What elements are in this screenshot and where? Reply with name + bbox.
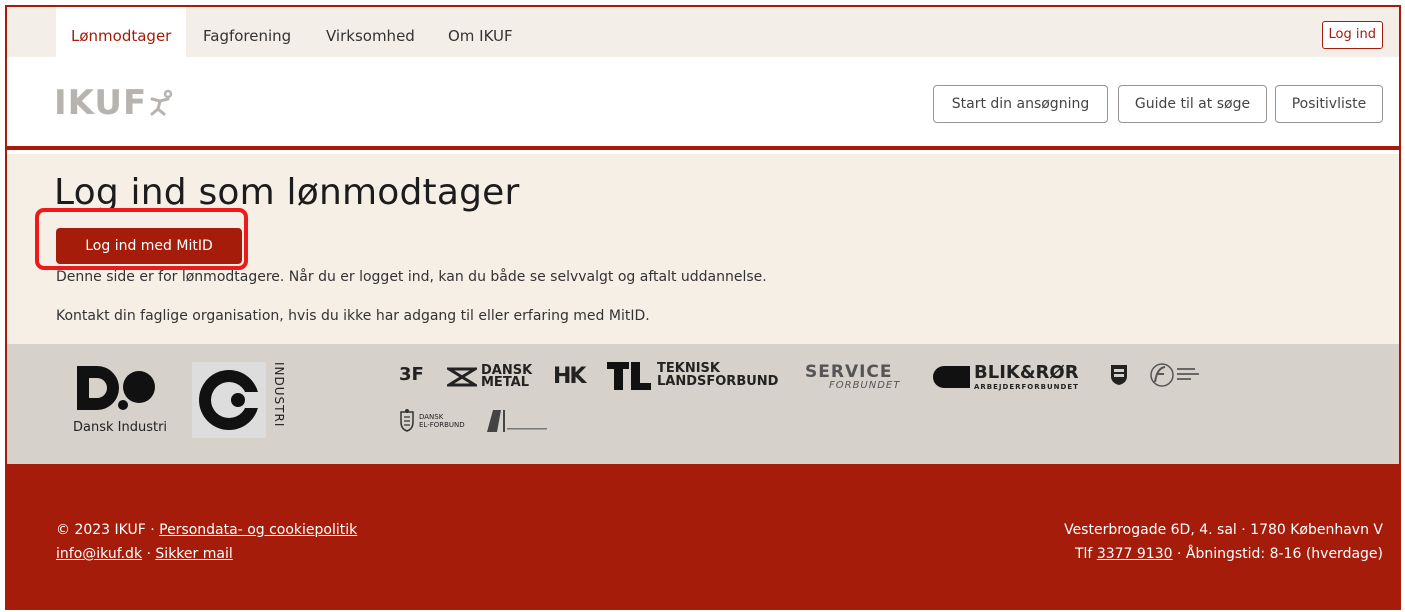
- footer-address: Vesterbrogade 6D, 4. sal · 1780 Københav…: [1064, 522, 1383, 538]
- dansk-metal-label-2: METAL: [481, 375, 530, 390]
- main-content: Log ind som lønmodtager Log ind med MitI…: [7, 154, 1399, 344]
- phone-link[interactable]: 3377 9130: [1097, 546, 1173, 562]
- opening-hours: · Åbningstid: 8-16 (hverdage): [1176, 546, 1383, 562]
- service-label-2: FORBUNDET: [829, 380, 901, 391]
- el-label-2: EL-FORBUND: [419, 421, 465, 429]
- dansk-industri-logo[interactable]: Dansk Industri: [73, 364, 183, 444]
- crest-logo[interactable]: [1110, 364, 1130, 388]
- metal-mark-icon: [447, 367, 477, 387]
- teknisk-label-2: LANDSFORBUND: [657, 374, 779, 389]
- tab-virksomhed[interactable]: Virksomhed: [326, 7, 415, 57]
- partner-mark-icon: [487, 410, 547, 432]
- blik-ror-logo[interactable]: BLIK&RØR ARBEJDERFORBUNDET: [932, 364, 1102, 394]
- serviceforbundet-logo[interactable]: SERVICE FORBUNDET: [805, 362, 920, 394]
- info-paragraph: Denne side er for lønmodtagere. Når du e…: [56, 269, 767, 285]
- contact-paragraph: Kontakt din faglige organisation, hvis d…: [56, 308, 650, 324]
- service-label-1: SERVICE: [805, 362, 893, 382]
- footer-separator: ·: [146, 546, 151, 562]
- dansk-industri-label: Dansk Industri: [73, 420, 168, 435]
- phone-prefix: Tlf: [1074, 546, 1093, 562]
- dansk-metal-logo[interactable]: DANSK METAL: [447, 364, 542, 392]
- hk-logo[interactable]: HK: [553, 364, 593, 392]
- login-button[interactable]: Log ind: [1321, 21, 1383, 49]
- co-mark-icon: [192, 362, 266, 438]
- page-title: Log ind som lønmodtager: [54, 172, 520, 213]
- fu-logo[interactable]: [1147, 362, 1207, 390]
- tab-om-ikuf[interactable]: Om IKUF: [448, 7, 513, 57]
- el-label-1: DANSK: [419, 413, 444, 421]
- tab-fagforening[interactable]: Fagforening: [203, 7, 291, 57]
- footer-contact: Tlf 3377 9130 · Åbningstid: 8-16 (hverda…: [1075, 546, 1383, 562]
- page-frame: Lønmodtager Fagforening Virksomhed Om IK…: [5, 5, 1401, 610]
- highlight-box: [35, 208, 248, 270]
- guide-button[interactable]: Guide til at søge: [1118, 85, 1267, 123]
- el-crest-icon: [400, 409, 414, 432]
- secure-mail-link[interactable]: Sikker mail: [155, 546, 232, 562]
- top-navigation: Lønmodtager Fagforening Virksomhed Om IK…: [7, 7, 1399, 57]
- co-industri-logo[interactable]: INDUSTRI: [192, 362, 288, 446]
- site-header: IKUF Start din ansøgning Guide til at sø…: [7, 57, 1399, 150]
- di-mark-icon: [77, 366, 155, 410]
- site-footer: © 2023 IKUF · Persondata- og cookiepolit…: [7, 464, 1399, 608]
- shield-icon: [1111, 365, 1127, 385]
- teknisk-landsforbund-logo[interactable]: TEKNISK LANDSFORBUND: [607, 362, 797, 392]
- 3f-logo[interactable]: 3F: [399, 364, 429, 392]
- partner-small-logo[interactable]: [485, 408, 555, 434]
- privacy-link[interactable]: Persondata- og cookiepolitik: [159, 522, 357, 538]
- blik-label-1: BLIK&RØR: [974, 362, 1079, 383]
- partner-logos: Dansk Industri INDUSTRI 3F DANSK METAL H…: [7, 344, 1399, 464]
- start-application-button[interactable]: Start din ansøgning: [933, 85, 1108, 123]
- co-industri-label: INDUSTRI: [272, 362, 286, 428]
- blik-label-2: ARBEJDERFORBUNDET: [974, 383, 1079, 391]
- logo-text: IKUF: [54, 83, 148, 123]
- email-link[interactable]: info@ikuf.dk: [56, 546, 142, 562]
- ikuf-logo[interactable]: IKUF: [54, 83, 175, 123]
- dansk-el-forbund-logo[interactable]: DANSK EL-FORBUND: [399, 408, 479, 436]
- 3f-label: 3F: [399, 364, 424, 385]
- copyright-text: © 2023 IKUF ·: [56, 522, 155, 538]
- footer-line-2: info@ikuf.dk · Sikker mail: [56, 546, 233, 562]
- positivliste-button[interactable]: Positivliste: [1275, 85, 1383, 123]
- fu-mark-icon: [1150, 363, 1199, 387]
- figure-icon: [150, 89, 173, 116]
- tab-lonmodtager[interactable]: Lønmodtager: [56, 7, 187, 57]
- hk-label: HK: [553, 364, 586, 389]
- blik-mark-icon: [933, 366, 970, 388]
- footer-line-1: © 2023 IKUF · Persondata- og cookiepolit…: [56, 522, 357, 538]
- tl-mark-icon: [607, 362, 651, 390]
